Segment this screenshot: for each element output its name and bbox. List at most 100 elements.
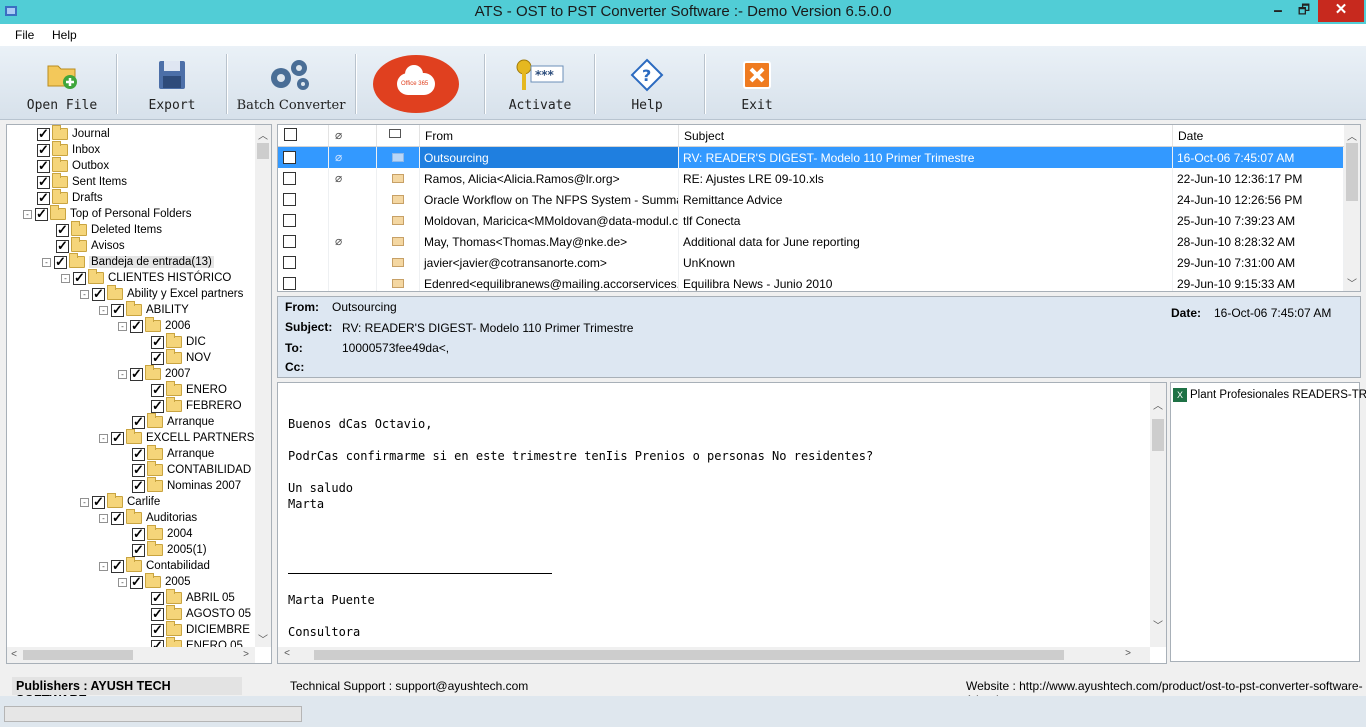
collapse-toggle-icon[interactable]: - [99,561,108,571]
activate-button[interactable]: *** Activate [494,52,586,116]
collapse-toggle-icon[interactable]: - [99,513,108,523]
tree-item-checkbox[interactable] [37,158,50,174]
row-checkbox[interactable] [283,193,296,206]
row-checkbox[interactable] [283,172,296,185]
open-file-button[interactable]: Open File [14,52,110,116]
tree-item-checkbox[interactable] [132,462,145,478]
scroll-left-icon[interactable]: < [280,648,294,659]
tree-item-checkbox[interactable] [130,318,143,334]
tree-item-checkbox[interactable] [37,126,50,142]
scroll-thumb[interactable] [1152,419,1164,451]
row-checkbox-cell[interactable] [278,189,329,210]
collapse-toggle-icon[interactable]: - [61,273,70,283]
tree-item-checkbox[interactable] [111,302,124,318]
row-checkbox-cell[interactable] [278,147,329,168]
collapse-toggle-icon[interactable]: - [118,577,127,587]
tree-item[interactable]: DIC [151,333,206,350]
scroll-thumb[interactable] [23,650,133,660]
tree-horizontal-scrollbar[interactable]: < > [7,647,255,663]
tree-item[interactable]: FEBRERO [151,397,242,414]
email-row[interactable]: javier<javier@cotransanorte.com> UnKnown 2… [278,252,1344,273]
tree-item[interactable]: AGOSTO 05 [151,605,251,622]
select-all-checkbox[interactable] [284,128,297,141]
tree-item-checkbox[interactable] [111,510,124,526]
scroll-thumb[interactable] [314,650,1064,660]
scroll-up-icon[interactable]: ︿ [1151,397,1165,412]
tree-item[interactable]: - 2007 [118,365,191,382]
row-checkbox-cell[interactable] [278,273,329,291]
tree-item[interactable]: Avisos [56,237,125,254]
tree-item[interactable]: CONTABILIDAD [132,461,251,478]
tree-item-checkbox[interactable] [92,286,105,302]
close-button[interactable]: ✕ [1318,0,1364,22]
tree-item-checkbox[interactable] [56,238,69,254]
date-column-header[interactable]: Date [1173,125,1344,146]
row-checkbox-cell[interactable] [278,210,329,231]
tree-item[interactable]: Nominas 2007 [132,477,241,494]
scroll-thumb[interactable] [257,143,269,159]
tree-item[interactable]: Arranque [132,445,214,462]
tree-item-checkbox[interactable] [130,366,143,382]
tree-item-checkbox[interactable] [73,270,86,286]
tree-item[interactable]: ABRIL 05 [151,589,235,606]
batch-converter-button[interactable]: Batch Converter [234,52,348,116]
collapse-toggle-icon[interactable]: - [23,209,32,219]
tree-item-checkbox[interactable] [54,254,67,270]
tree-item[interactable]: - EXCELL PARTNERS [99,429,254,446]
row-checkbox-cell[interactable] [278,252,329,273]
from-column-header[interactable]: From [420,125,679,146]
tree-item-checkbox[interactable] [151,350,164,366]
attachment-column[interactable]: ⌀ [329,125,377,146]
exit-button[interactable]: Exit [714,52,800,116]
tree-item-checkbox[interactable] [111,430,124,446]
row-checkbox[interactable] [283,151,296,164]
row-checkbox-cell[interactable] [278,168,329,189]
email-row[interactable]: Edenred<equilibranews@mailing.accorservi… [278,273,1344,291]
message-body[interactable]: Buenos dCas Octavio, PodrCas confirmarme… [277,382,1167,664]
tree-item-checkbox[interactable] [37,142,50,158]
scroll-down-icon[interactable]: ﹀ [1151,617,1165,632]
tree-item[interactable]: DICIEMBRE [151,621,250,638]
tree-item[interactable]: - 2005 [118,573,191,590]
collapse-toggle-icon[interactable]: - [80,497,89,507]
tree-item[interactable]: 2004 [132,525,193,542]
tree-item[interactable]: Sent Items [37,173,127,190]
tree-item[interactable]: - ABILITY [99,301,189,318]
tree-item-checkbox[interactable] [132,526,145,542]
tree-item-checkbox[interactable] [132,446,145,462]
tree-item[interactable]: - Bandeja de entrada(13) [42,253,214,270]
tree-item[interactable]: - Top of Personal Folders [23,205,191,222]
tree-item-checkbox[interactable] [111,558,124,574]
scroll-up-icon[interactable]: ︿ [256,127,270,142]
minimize-button[interactable]: 🗕 [1264,0,1292,22]
tree-item-checkbox[interactable] [151,398,164,414]
list-vertical-scrollbar[interactable]: ︿ ﹀ [1344,125,1360,291]
tree-item[interactable]: - 2006 [118,317,191,334]
subject-column-header[interactable]: Subject [679,125,1173,146]
tree-item-checkbox[interactable] [151,622,164,638]
row-checkbox[interactable] [283,235,296,248]
tree-item-checkbox[interactable] [130,574,143,590]
scroll-up-icon[interactable]: ︿ [1345,128,1359,143]
collapse-toggle-icon[interactable]: - [42,257,51,267]
menu-help[interactable]: Help [52,28,77,42]
tree-item[interactable]: - Auditorias [99,509,197,526]
email-row[interactable]: Moldovan, Maricica<MMoldovan@data-modul.… [278,210,1344,231]
read-status-column[interactable] [377,125,420,146]
tree-item[interactable]: - Ability y Excel partners [80,285,243,302]
tree-item[interactable]: NOV [151,349,211,366]
tree-vertical-scrollbar[interactable]: ︿ ﹀ [255,125,271,647]
menu-file[interactable]: File [15,28,34,42]
tree-item-checkbox[interactable] [151,606,164,622]
scroll-down-icon[interactable]: ﹀ [256,631,270,646]
row-checkbox[interactable] [283,256,296,269]
attachment-item[interactable]: X Plant Profesionales READERS-TRIM [1173,388,1366,402]
collapse-toggle-icon[interactable]: - [118,369,127,379]
email-row[interactable]: ⌀ May, Thomas<Thomas.May@nke.de> Additiona… [278,231,1344,252]
tree-item[interactable]: Arranque [132,413,214,430]
tree-item-checkbox[interactable] [132,414,145,430]
tree-item[interactable]: Drafts [37,189,103,206]
scroll-left-icon[interactable]: < [7,649,21,660]
tree-item-checkbox[interactable] [92,494,105,510]
row-checkbox[interactable] [283,277,296,290]
